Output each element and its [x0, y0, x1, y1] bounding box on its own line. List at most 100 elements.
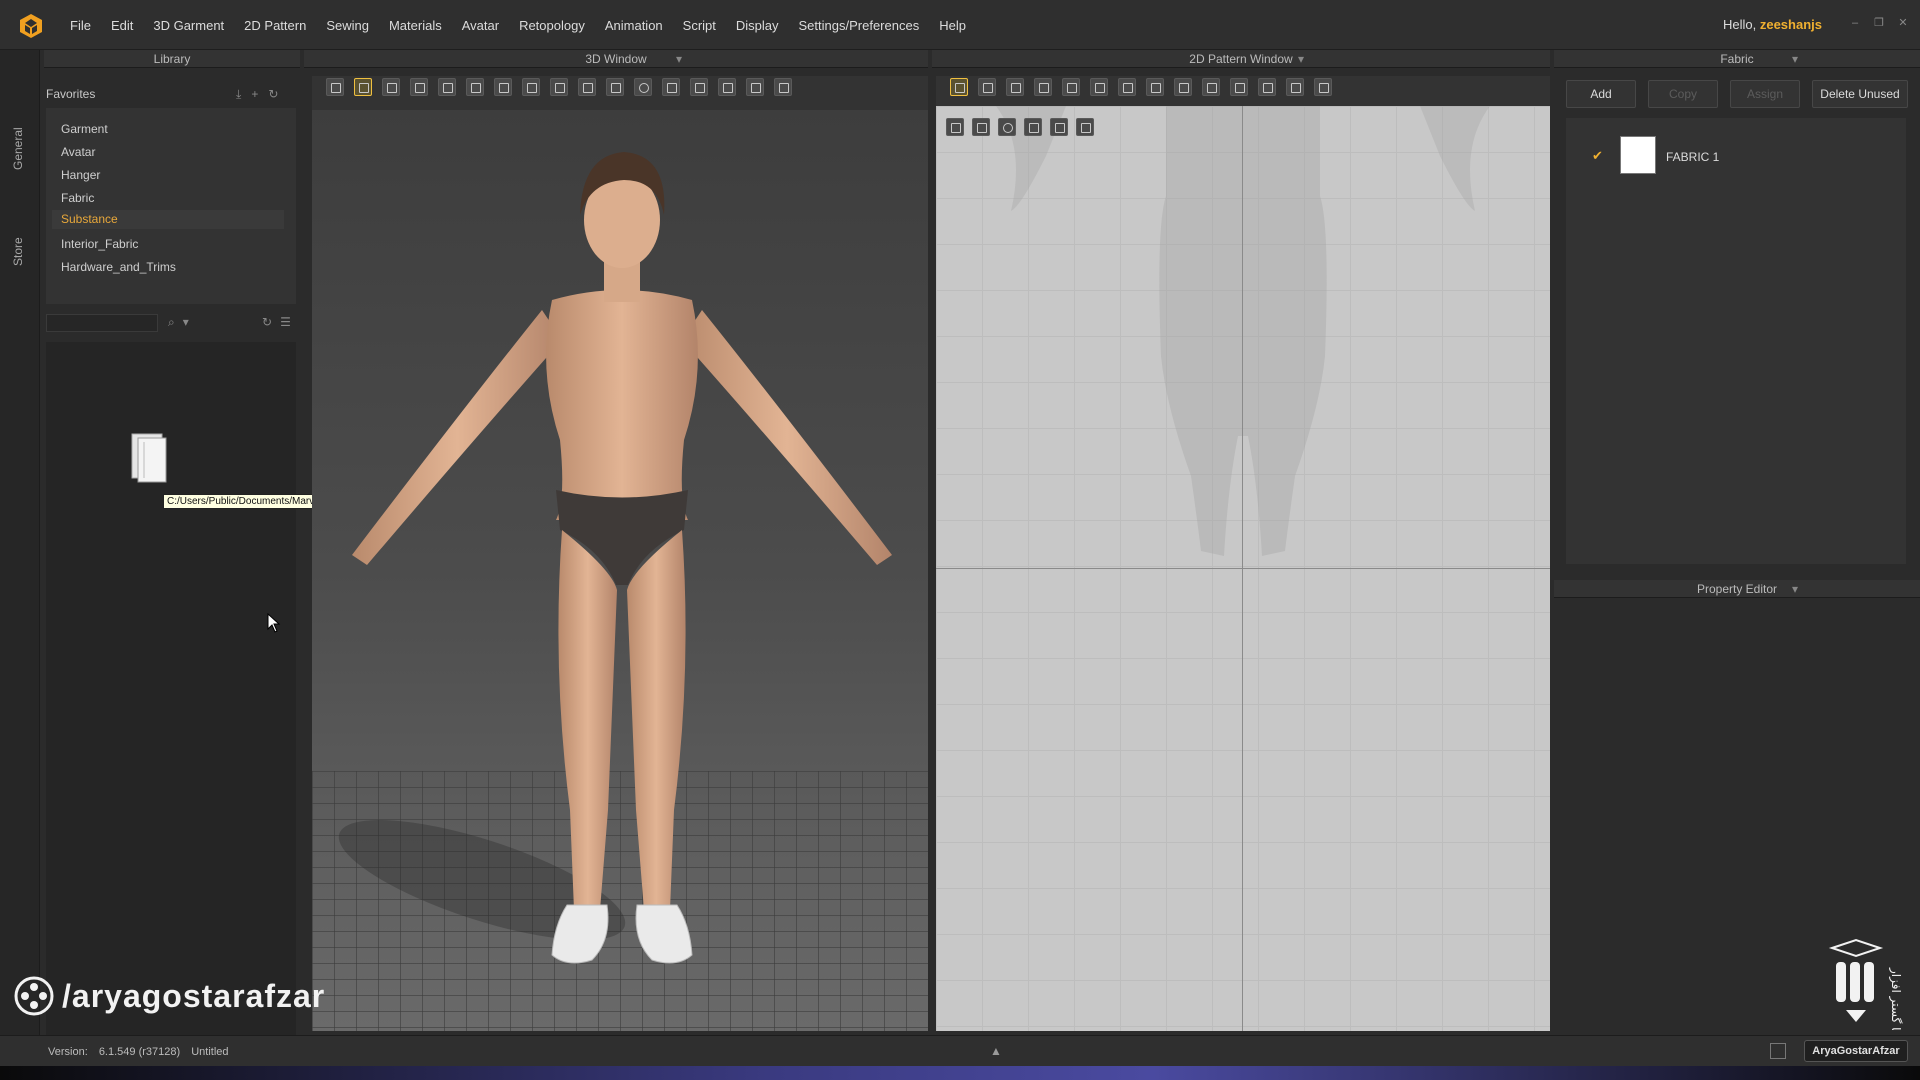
pressure-tool-icon[interactable]: [662, 78, 680, 96]
app-logo-icon[interactable]: [18, 13, 44, 39]
username[interactable]: zeeshanjs: [1760, 17, 1822, 32]
internal-polygon-icon[interactable]: [1062, 78, 1080, 96]
menu-sewing[interactable]: Sewing: [326, 18, 369, 33]
fabric-texture-icon[interactable]: [972, 118, 990, 136]
film-reel-icon: [14, 976, 54, 1016]
3d-viewport[interactable]: [312, 110, 928, 1031]
line-tool-icon[interactable]: [690, 78, 708, 96]
transform-pattern-icon[interactable]: [950, 78, 968, 96]
2d-view-toolbar: [946, 118, 1102, 136]
free-sewing-icon[interactable]: [1174, 78, 1192, 96]
watermark-handle: /aryagostarafzar: [62, 977, 326, 1014]
menu-3d-garment[interactable]: 3D Garment: [153, 18, 224, 33]
watermark: /aryagostarafzar: [14, 976, 325, 1016]
snapshot-icon[interactable]: [1076, 118, 1094, 136]
check-icon[interactable]: ✔: [1592, 148, 1603, 164]
minimize-icon[interactable]: –: [1848, 16, 1862, 30]
select-move-tool-icon[interactable]: [354, 78, 372, 96]
polygon-icon[interactable]: [1006, 78, 1024, 96]
edit-pin-tool-icon[interactable]: [410, 78, 428, 96]
menu-animation[interactable]: Animation: [605, 18, 663, 33]
garment-fit-icon[interactable]: [1314, 78, 1332, 96]
tab-general[interactable]: General: [11, 127, 25, 170]
rectangle-icon[interactable]: [1034, 78, 1052, 96]
layout-toggle[interactable]: [1770, 1043, 1786, 1059]
pin-tool-icon[interactable]: [494, 78, 512, 96]
select-mesh-tool-icon[interactable]: [382, 78, 400, 96]
close-icon[interactable]: ✕: [1896, 16, 1910, 30]
mouse-cursor-icon: [267, 612, 281, 636]
chevron-down-icon[interactable]: ▾: [1298, 50, 1304, 68]
expand-up-icon[interactable]: ▲: [990, 1044, 1002, 1058]
library-item-avatar[interactable]: Avatar: [61, 145, 95, 159]
menu-edit[interactable]: Edit: [111, 18, 133, 33]
chevron-down-icon[interactable]: ▾: [1792, 580, 1798, 598]
chevron-down-icon[interactable]: ▾: [1792, 50, 1798, 68]
menu-file[interactable]: File: [70, 18, 91, 33]
menu-settings[interactable]: Settings/Preferences: [799, 18, 920, 33]
library-item-fabric[interactable]: Fabric: [61, 191, 94, 205]
menu-display[interactable]: Display: [736, 18, 779, 33]
status-bar: [0, 1035, 1920, 1066]
svg-text:آریا گستر افزار: آریا گستر افزار: [1888, 967, 1904, 1030]
stretch-tool-icon[interactable]: [550, 78, 568, 96]
rotate-tool-icon[interactable]: [466, 78, 484, 96]
maximize-icon[interactable]: ❐: [1872, 16, 1886, 30]
copy-fabric-button[interactable]: Copy: [1648, 80, 1718, 108]
chevron-down-icon[interactable]: ▾: [676, 50, 682, 68]
point-tool-icon[interactable]: [634, 78, 652, 96]
menu-materials[interactable]: Materials: [389, 18, 442, 33]
library-item-hanger[interactable]: Hanger: [61, 168, 100, 182]
circumference-tool-icon[interactable]: [718, 78, 736, 96]
document-name: Untitled: [191, 1046, 229, 1058]
menu-avatar[interactable]: Avatar: [462, 18, 499, 33]
library-item-garment[interactable]: Garment: [61, 122, 108, 136]
import-icon[interactable]: ⤓: [236, 87, 241, 102]
tab-store[interactable]: Store: [11, 237, 25, 266]
segment-sewing-icon[interactable]: [1146, 78, 1164, 96]
drop-tool-icon[interactable]: [326, 78, 344, 96]
library-item-substance[interactable]: Substance: [52, 210, 284, 229]
trace-icon[interactable]: [1118, 78, 1136, 96]
folder-icon[interactable]: [130, 432, 170, 484]
fabric-swatch[interactable]: [1620, 136, 1656, 174]
elastic-icon[interactable]: [1258, 78, 1276, 96]
list-view-icon[interactable]: ☰: [280, 315, 291, 329]
pleat-icon[interactable]: [1230, 78, 1248, 96]
assign-fabric-button[interactable]: Assign: [1730, 80, 1800, 108]
avatar-model[interactable]: [312, 110, 928, 1031]
menu-script[interactable]: Script: [683, 18, 716, 33]
menu-retopology[interactable]: Retopology: [519, 18, 585, 33]
tape-tool-icon[interactable]: [746, 78, 764, 96]
library-search-input[interactable]: [46, 314, 158, 332]
favorites-label: Favorites: [46, 87, 96, 101]
3d-toolbar: [326, 78, 802, 96]
brush-tool-icon[interactable]: [606, 78, 624, 96]
zoom-icon[interactable]: [998, 118, 1016, 136]
library-item-interior-fabric[interactable]: Interior_Fabric: [61, 237, 138, 251]
chevron-down-icon[interactable]: ▾: [183, 315, 189, 330]
library-item-hardware-and-trims[interactable]: Hardware_and_Trims: [61, 260, 176, 274]
user-greeting: Hello, zeeshanjs: [1723, 17, 1822, 32]
add-icon[interactable]: +: [251, 87, 258, 102]
shrinkage-icon[interactable]: [1286, 78, 1304, 96]
fold-tool-icon[interactable]: [438, 78, 456, 96]
dart-icon[interactable]: [1090, 78, 1108, 96]
add-fabric-button[interactable]: Add: [1566, 80, 1636, 108]
menu-help[interactable]: Help: [939, 18, 966, 33]
refresh-icon[interactable]: ↻: [268, 87, 278, 102]
avatar-pose-tool-icon[interactable]: [774, 78, 792, 96]
2d-viewport[interactable]: [936, 106, 1550, 1031]
refresh-icon[interactable]: ↻: [262, 315, 272, 329]
tuck-icon[interactable]: [1202, 78, 1220, 96]
measure-tool-icon[interactable]: [578, 78, 596, 96]
search-icon[interactable]: ⌕: [168, 315, 175, 330]
delete-unused-button[interactable]: Delete Unused: [1812, 80, 1908, 108]
menu-2d-pattern[interactable]: 2D Pattern: [244, 18, 306, 33]
pattern-view-icon[interactable]: [946, 118, 964, 136]
grid-icon[interactable]: [1024, 118, 1042, 136]
settings-icon[interactable]: [1050, 118, 1068, 136]
fabric-name[interactable]: FABRIC 1: [1666, 150, 1719, 164]
edit-point-icon[interactable]: [978, 78, 996, 96]
tack-tool-icon[interactable]: [522, 78, 540, 96]
